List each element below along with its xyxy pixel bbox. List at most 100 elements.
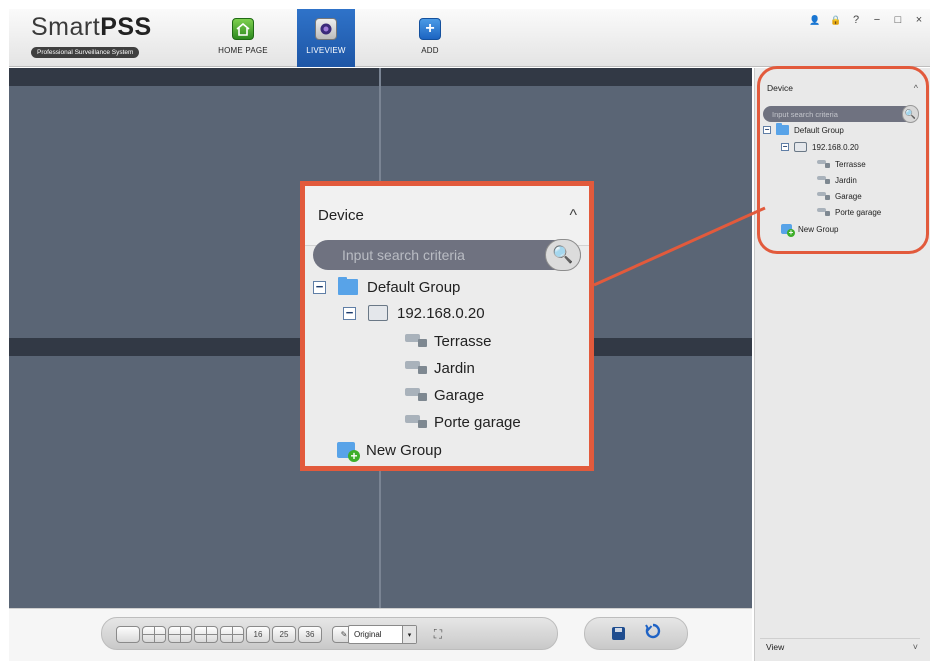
group-label: Default Group [367, 278, 461, 296]
add-icon: + [419, 18, 441, 40]
home-icon [232, 18, 254, 40]
camera-label: Terrasse [835, 159, 866, 169]
device-ip-label: 192.168.0.20 [812, 142, 859, 152]
new-group-icon [337, 442, 360, 462]
tree-item-new-group[interactable]: New Group [781, 223, 839, 237]
tab-home-page-label: HOME PAGE [218, 46, 268, 55]
save-view-icon[interactable] [612, 627, 625, 640]
view-panel-header[interactable]: View ˅ [760, 638, 920, 654]
device-search-input[interactable]: Input search criteria 🔍 [763, 105, 919, 123]
camera-label: Jardin [434, 359, 475, 377]
lock-icon[interactable]: 🔒 [830, 14, 841, 26]
tree-item-camera[interactable]: Garage [817, 190, 862, 202]
tree-item-device[interactable]: − 192.168.0.20 [343, 301, 485, 325]
collapse-toggle-icon[interactable]: − [343, 306, 356, 320]
tree-item-default-group[interactable]: − Default Group [313, 275, 460, 299]
close-icon[interactable]: × [914, 14, 924, 26]
tree-item-camera[interactable]: Jardin [817, 174, 857, 186]
view-panel-title: View [766, 641, 785, 652]
device-panel-header[interactable]: Device ^ [760, 77, 920, 98]
tab-add[interactable]: + ADD [401, 9, 459, 67]
camera-icon [817, 191, 830, 201]
device-panel: Device ^ Input search criteria 🔍 − Defau… [754, 68, 930, 661]
camera-icon [405, 387, 427, 403]
folder-icon [338, 277, 358, 295]
dropdown-arrow-icon: ▾ [402, 626, 416, 643]
new-group-icon [781, 224, 795, 237]
search-placeholder: Input search criteria [342, 247, 465, 263]
tree-item-camera[interactable]: Porte garage [405, 410, 521, 434]
user-icon[interactable]: 👤 [809, 14, 820, 26]
logo-subtitle: Professional Surveillance System [31, 47, 140, 58]
layout-25-button[interactable]: 25 [272, 626, 296, 643]
camera-label: Porte garage [434, 413, 521, 431]
tree-item-device[interactable]: − 192.168.0.20 [781, 141, 859, 153]
layout-16-button[interactable]: 16 [246, 626, 270, 643]
layout-4-button[interactable] [142, 626, 166, 643]
tree-item-new-group[interactable]: New Group [337, 438, 442, 462]
maximize-icon[interactable]: □ [893, 14, 903, 26]
logo-text: SmartPSS [31, 13, 196, 41]
tree-item-default-group[interactable]: − Default Group [763, 123, 844, 136]
zoomed-panel-title: Device [318, 207, 364, 224]
tab-home-page[interactable]: HOME PAGE [208, 9, 278, 67]
device-ip-label: 192.168.0.20 [397, 304, 485, 322]
zoomed-search-input[interactable]: Input search criteria 🔍 [313, 239, 581, 271]
logo-bold: PSS [100, 13, 152, 41]
fullscreen-icon[interactable]: ⛶ [430, 626, 446, 642]
layout-9-button[interactable] [220, 626, 244, 643]
zoomed-panel-header[interactable]: Device ^ [305, 186, 589, 246]
camera-label: Garage [835, 191, 862, 201]
layout-6-button[interactable] [168, 626, 192, 643]
layout-toolbar: 16 25 36 ✎ Original ▾ ⛶ [101, 617, 558, 650]
title-bar: SmartPSS Professional Surveillance Syste… [9, 9, 930, 67]
camera-icon [405, 360, 427, 376]
camera-icon [817, 207, 830, 217]
collapse-chevron-icon[interactable]: ^ [914, 83, 918, 93]
collapse-chevron-icon[interactable]: ^ [569, 207, 577, 225]
layout-1-button[interactable] [116, 626, 140, 643]
search-placeholder: Input search criteria [772, 109, 838, 119]
tree-item-camera[interactable]: Garage [405, 383, 484, 407]
tab-liveview[interactable]: LIVEVIEW [297, 9, 355, 67]
camera-icon [405, 333, 427, 349]
window-controls: 👤 🔒 ? − □ × [809, 14, 924, 26]
expand-chevron-icon[interactable]: ˅ [913, 642, 918, 652]
search-icon[interactable]: 🔍 [545, 239, 581, 271]
dvr-device-icon [368, 305, 388, 321]
help-icon[interactable]: ? [851, 14, 861, 26]
bottom-toolbar: 16 25 36 ✎ Original ▾ ⛶ [9, 608, 752, 661]
camera-label: Jardin [835, 175, 857, 185]
layout-8-button[interactable] [194, 626, 218, 643]
collapse-toggle-icon[interactable]: − [763, 126, 771, 134]
tree-item-camera[interactable]: Jardin [405, 356, 475, 380]
folder-icon [776, 123, 789, 135]
camera-label: Terrasse [434, 332, 492, 350]
tab-liveview-label: LIVEVIEW [306, 46, 346, 55]
app-logo: SmartPSS Professional Surveillance Syste… [31, 13, 196, 59]
logo-prefix: Smart [31, 13, 101, 41]
stream-type-select[interactable]: Original ▾ [348, 625, 417, 644]
new-group-label: New Group [798, 224, 839, 234]
refresh-icon[interactable] [645, 623, 661, 644]
device-panel-title: Device [767, 82, 793, 93]
stream-type-value: Original [354, 630, 382, 639]
tree-item-camera[interactable]: Terrasse [405, 329, 492, 353]
tab-add-label: ADD [421, 46, 439, 55]
camera-icon [817, 175, 830, 185]
view-actions-toolbar [584, 617, 688, 650]
camera-icon [817, 159, 830, 169]
camera-icon [405, 414, 427, 430]
camera-label: Porte garage [835, 207, 882, 217]
camera-lens-icon [315, 18, 337, 40]
tree-item-camera[interactable]: Terrasse [817, 158, 866, 170]
group-label: Default Group [794, 125, 844, 135]
search-icon[interactable]: 🔍 [902, 105, 919, 123]
dvr-device-icon [794, 142, 807, 152]
layout-36-button[interactable]: 36 [298, 626, 322, 643]
new-group-label: New Group [366, 441, 442, 459]
minimize-icon[interactable]: − [872, 14, 882, 26]
collapse-toggle-icon[interactable]: − [313, 280, 326, 294]
collapse-toggle-icon[interactable]: − [781, 143, 789, 151]
tree-item-camera[interactable]: Porte garage [817, 206, 881, 218]
